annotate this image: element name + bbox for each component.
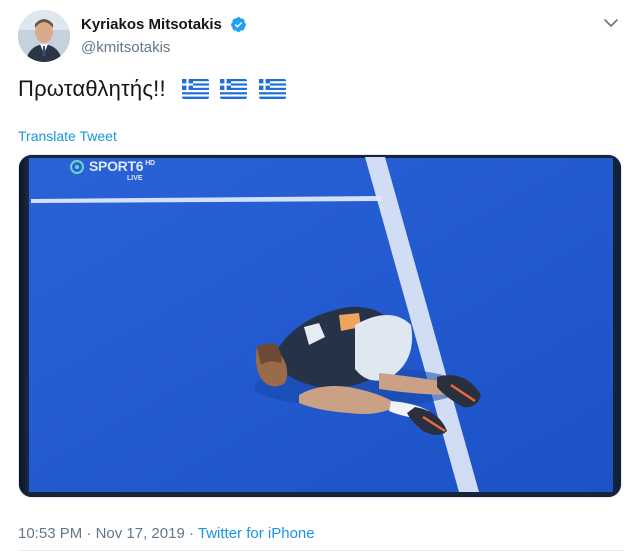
verified-badge-icon (231, 17, 247, 33)
tweet-metadata: 10:53 PM · Nov 17, 2019 · Twitter for iP… (18, 525, 315, 542)
tweet-text-body: Πρωταθλητής!! (18, 76, 166, 101)
greek-flag-icon (220, 79, 248, 99)
tweet-date[interactable]: Nov 17, 2019 (96, 525, 185, 542)
tweet-media[interactable]: SPORT6 HD LIVE (18, 154, 622, 498)
tennis-player-on-court-image (19, 155, 621, 497)
tweet-text: Πρωταθλητής!! (18, 76, 286, 102)
translate-tweet-link[interactable]: Translate Tweet (18, 128, 117, 144)
meta-separator: · (86, 525, 92, 542)
live-label: LIVE (127, 175, 143, 182)
avatar[interactable] (18, 10, 70, 62)
broadcaster-name: SPORT6 (89, 158, 144, 174)
broadcaster-logo: SPORT6 HD (89, 158, 155, 174)
chevron-down-icon[interactable] (602, 14, 620, 32)
meta-separator: · (188, 525, 194, 542)
divider (18, 550, 624, 551)
broadcaster-suffix: HD (145, 160, 155, 167)
tweet-source-link[interactable]: Twitter for iPhone (198, 525, 315, 542)
author-handle[interactable]: @kmitsotakis (81, 39, 247, 56)
greek-flag-icon (258, 79, 286, 99)
tweet-time[interactable]: 10:53 PM (18, 525, 82, 542)
tweet-header: Kyriakos Mitsotakis @kmitsotakis (18, 10, 624, 64)
tweet-card: Kyriakos Mitsotakis @kmitsotakis Πρωταθλ… (0, 0, 640, 556)
greek-flag-icon (182, 79, 210, 99)
avatar-image (18, 10, 70, 62)
display-name[interactable]: Kyriakos Mitsotakis (81, 16, 222, 33)
author-info: Kyriakos Mitsotakis @kmitsotakis (81, 16, 247, 56)
